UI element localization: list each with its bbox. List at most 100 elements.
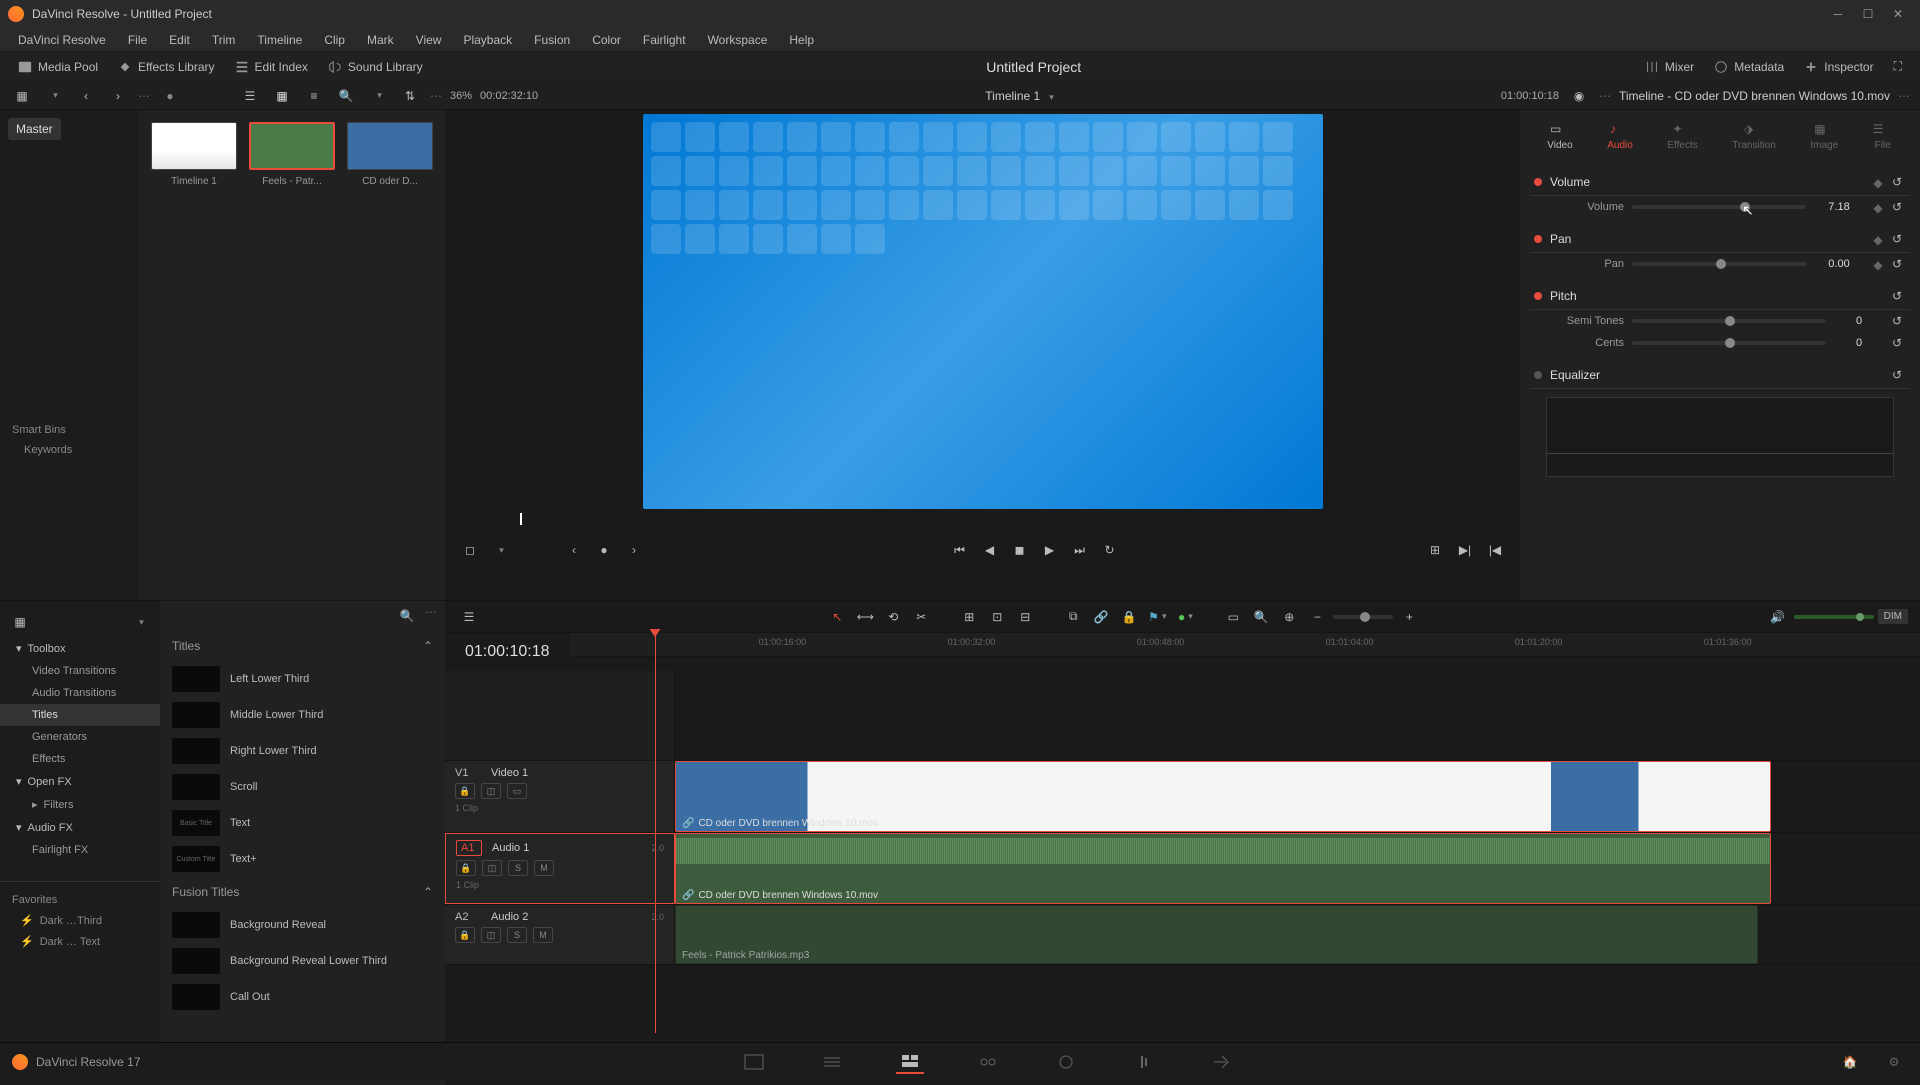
nav-audiofx[interactable]: ▾ Audio FX bbox=[0, 816, 160, 839]
keywords-bin[interactable]: Keywords bbox=[8, 440, 131, 460]
volume-enable-dot[interactable] bbox=[1534, 178, 1542, 186]
smart-bins-header[interactable]: Smart Bins bbox=[8, 420, 131, 440]
clip-thumb-feels[interactable]: Feels - Patr... bbox=[249, 122, 335, 187]
inspector-tab-effects[interactable]: ✦Effects bbox=[1659, 118, 1705, 155]
collapse-icon[interactable]: ⌃ bbox=[423, 639, 433, 653]
cents-reset-icon[interactable]: ↺ bbox=[1892, 336, 1906, 350]
pan-value[interactable]: 0.00 bbox=[1814, 258, 1864, 270]
track-mute-button[interactable]: M bbox=[534, 860, 554, 876]
replace-clip-icon[interactable]: ⊟ bbox=[1013, 606, 1037, 628]
track-lock-icon[interactable]: 🔒 bbox=[456, 860, 476, 876]
home-icon[interactable]: 🏠 bbox=[1836, 1050, 1864, 1074]
menu-file[interactable]: File bbox=[118, 29, 157, 51]
bin-view-icon[interactable]: ▦ bbox=[10, 85, 34, 107]
track-header-v1[interactable]: V1 Video 1 🔒 ◫ ▭ 1 Clip bbox=[445, 761, 675, 832]
fx-list-dropdown[interactable] bbox=[128, 611, 152, 633]
track-arm-icon[interactable]: ◫ bbox=[481, 927, 501, 943]
viewer-scrub-bar[interactable] bbox=[445, 513, 1520, 533]
pan-kf-icon[interactable]: ◆ bbox=[1872, 258, 1884, 270]
prev-clip-icon[interactable]: |◀ bbox=[1482, 539, 1508, 561]
match-frame-icon[interactable]: ⊞ bbox=[1422, 539, 1448, 561]
last-frame-button[interactable]: ⏭ bbox=[1067, 539, 1093, 561]
prev-frame-button[interactable]: ◀ bbox=[977, 539, 1003, 561]
track-header-a2[interactable]: A2 Audio 2 2.0 🔒 ◫ S M bbox=[445, 905, 675, 964]
menu-mark[interactable]: Mark bbox=[357, 29, 404, 51]
minimize-button[interactable]: ─ bbox=[1824, 4, 1852, 24]
timeline-dropdown-icon[interactable] bbox=[1046, 89, 1054, 103]
volume-slider[interactable] bbox=[1632, 205, 1806, 209]
mixer-button[interactable]: Mixer bbox=[1637, 56, 1702, 78]
sound-library-button[interactable]: Sound Library bbox=[320, 56, 431, 78]
nav-video-transitions[interactable]: Video Transitions bbox=[0, 660, 160, 682]
page-edit[interactable] bbox=[896, 1050, 924, 1074]
track-auto-icon[interactable]: ◫ bbox=[481, 783, 501, 799]
page-fusion[interactable] bbox=[974, 1050, 1002, 1074]
page-color[interactable] bbox=[1052, 1050, 1080, 1074]
menu-playback[interactable]: Playback bbox=[453, 29, 522, 51]
list-view-icon[interactable]: ☰ bbox=[238, 85, 262, 107]
trim-tool-icon[interactable]: ⟷ bbox=[853, 606, 877, 628]
track-solo-button[interactable]: S bbox=[508, 860, 528, 876]
timeline-view-icon[interactable]: ☰ bbox=[457, 606, 481, 628]
media-pool-button[interactable]: Media Pool bbox=[10, 56, 106, 78]
dim-button[interactable]: DIM bbox=[1878, 609, 1908, 624]
collapse-icon[interactable]: ⌃ bbox=[423, 885, 433, 899]
eq-reset-icon[interactable]: ↺ bbox=[1892, 368, 1906, 382]
nav-generators[interactable]: Generators bbox=[0, 726, 160, 748]
bin-view-dropdown[interactable] bbox=[42, 85, 66, 107]
title-scroll[interactable]: Scroll bbox=[160, 769, 445, 805]
metadata-button[interactable]: Metadata bbox=[1706, 56, 1792, 78]
first-frame-button[interactable]: ⏮ bbox=[947, 539, 973, 561]
pan-slider[interactable] bbox=[1632, 262, 1806, 266]
edit-index-button[interactable]: Edit Index bbox=[227, 56, 316, 78]
inspector-tab-transition[interactable]: ⬗Transition bbox=[1724, 118, 1784, 155]
page-fairlight[interactable] bbox=[1130, 1050, 1158, 1074]
nav-titles[interactable]: Titles bbox=[0, 704, 160, 726]
menu-workspace[interactable]: Workspace bbox=[698, 29, 778, 51]
mute-icon[interactable]: ▭ bbox=[1221, 606, 1245, 628]
prev-edit-icon[interactable]: ‹ bbox=[561, 539, 587, 561]
clip-thumb-timeline[interactable]: Timeline 1 bbox=[151, 122, 237, 187]
eq-enable-dot[interactable] bbox=[1534, 371, 1542, 379]
cents-value[interactable]: 0 bbox=[1834, 337, 1884, 349]
nav-toolbox[interactable]: ▾ Toolbox bbox=[0, 637, 160, 660]
clip-thumb-cd-dvd[interactable]: CD oder D... bbox=[347, 122, 433, 187]
pitch-reset-icon[interactable]: ↺ bbox=[1892, 289, 1906, 303]
semitones-reset-icon[interactable]: ↺ bbox=[1892, 314, 1906, 328]
menu-view[interactable]: View bbox=[406, 29, 452, 51]
inspector-tab-image[interactable]: ▦Image bbox=[1802, 118, 1846, 155]
title-text[interactable]: Basic TitleText bbox=[160, 805, 445, 841]
favorite-item[interactable]: ⚡ Dark …Third bbox=[0, 910, 160, 931]
menu-clip[interactable]: Clip bbox=[314, 29, 355, 51]
menu-fairlight[interactable]: Fairlight bbox=[633, 29, 696, 51]
pitch-enable-dot[interactable] bbox=[1534, 292, 1542, 300]
timeline-timecode[interactable]: 01:00:10:18 bbox=[445, 633, 570, 671]
nav-audio-transitions[interactable]: Audio Transitions bbox=[0, 682, 160, 704]
menu-davinci[interactable]: DaVinci Resolve bbox=[8, 29, 116, 51]
volume-row-reset-icon[interactable]: ↺ bbox=[1892, 200, 1906, 214]
inspector-tab-file[interactable]: ☰File bbox=[1865, 118, 1901, 155]
track-disable-icon[interactable]: ▭ bbox=[507, 783, 527, 799]
next-clip-icon[interactable]: ▶| bbox=[1452, 539, 1478, 561]
menu-fusion[interactable]: Fusion bbox=[524, 29, 580, 51]
record-icon[interactable]: ● bbox=[158, 85, 182, 107]
equalizer-graph[interactable] bbox=[1546, 397, 1894, 477]
volume-reset-icon[interactable]: ↺ bbox=[1892, 175, 1906, 189]
expand-button[interactable]: ⛶ bbox=[1886, 55, 1910, 78]
nav-back-icon[interactable]: ‹ bbox=[74, 85, 98, 107]
sort-dropdown[interactable] bbox=[366, 85, 390, 107]
fusion-call-out[interactable]: Call Out bbox=[160, 979, 445, 1015]
project-settings-icon[interactable]: ⚙ bbox=[1880, 1050, 1908, 1074]
audio-clip-1[interactable]: 🔗CD oder DVD brennen Windows 10.mov bbox=[675, 833, 1771, 904]
menu-edit[interactable]: Edit bbox=[159, 29, 200, 51]
loop-button[interactable]: ↻ bbox=[1097, 539, 1123, 561]
in-out-dropdown[interactable] bbox=[487, 539, 513, 561]
menu-help[interactable]: Help bbox=[779, 29, 824, 51]
track-lock-icon[interactable]: 🔒 bbox=[455, 927, 475, 943]
title-left-lower-third[interactable]: Left Lower Third bbox=[160, 661, 445, 697]
dynamic-trim-icon[interactable]: ⟲ bbox=[881, 606, 905, 628]
volume-kf-icon[interactable]: ◆ bbox=[1872, 201, 1884, 213]
menu-color[interactable]: Color bbox=[582, 29, 631, 51]
viewer-options-icon[interactable]: ◉ bbox=[1567, 85, 1591, 107]
zoom-plus-icon[interactable]: ⊕ bbox=[1277, 606, 1301, 628]
